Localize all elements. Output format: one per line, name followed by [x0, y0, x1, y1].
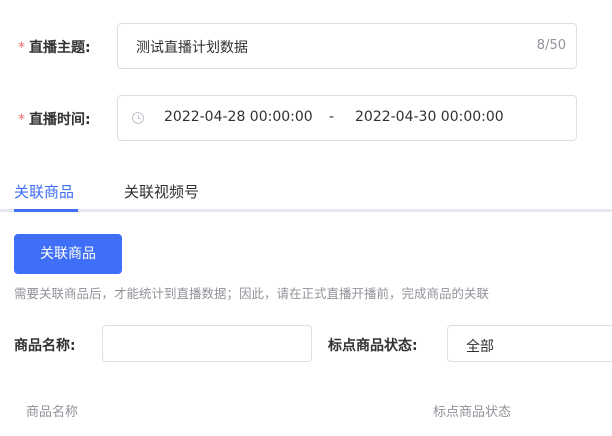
time-range-picker[interactable]: 2022-04-28 00:00:00 - 2022-04-30 00:00:0… [117, 95, 577, 141]
required-mark: * [18, 40, 25, 56]
status-filter-label: 标点商品状态: [328, 338, 418, 354]
product-name-filter-label: 商品名称: [14, 338, 76, 354]
theme-input[interactable]: 测试直播计划数据 8/50 [117, 23, 577, 69]
theme-input-value: 测试直播计划数据 [136, 40, 248, 56]
active-tab-indicator [14, 209, 78, 212]
tab-link-products[interactable]: 关联商品 [14, 181, 74, 202]
column-header-status: 标点商品状态 [433, 405, 512, 420]
theme-label-text: 直播主题: [29, 40, 91, 56]
column-header-product-name: 商品名称 [26, 405, 79, 420]
link-products-hint: 需要关联商品后，才能统计到直播数据；因此，请在正式直播开播前，完成商品的关联 [14, 286, 490, 301]
theme-char-counter: 8/50 [536, 38, 566, 53]
status-filter-select[interactable]: 全部 [447, 325, 612, 362]
tabs-divider [0, 209, 612, 212]
required-mark: * [18, 112, 25, 128]
status-filter-value: 全部 [466, 339, 494, 355]
time-range-separator: - [329, 109, 335, 125]
time-end-value[interactable]: 2022-04-30 00:00:00 [355, 109, 504, 125]
link-products-button[interactable]: 关联商品 [14, 234, 122, 274]
time-start-value[interactable]: 2022-04-28 00:00:00 [164, 109, 313, 125]
theme-label: * 直播主题: [18, 37, 91, 57]
tab-link-video-account[interactable]: 关联视频号 [124, 181, 199, 202]
time-label: * 直播时间: [18, 109, 91, 129]
product-name-filter-input[interactable] [102, 325, 312, 362]
clock-icon [132, 112, 144, 124]
time-label-text: 直播时间: [29, 112, 91, 128]
